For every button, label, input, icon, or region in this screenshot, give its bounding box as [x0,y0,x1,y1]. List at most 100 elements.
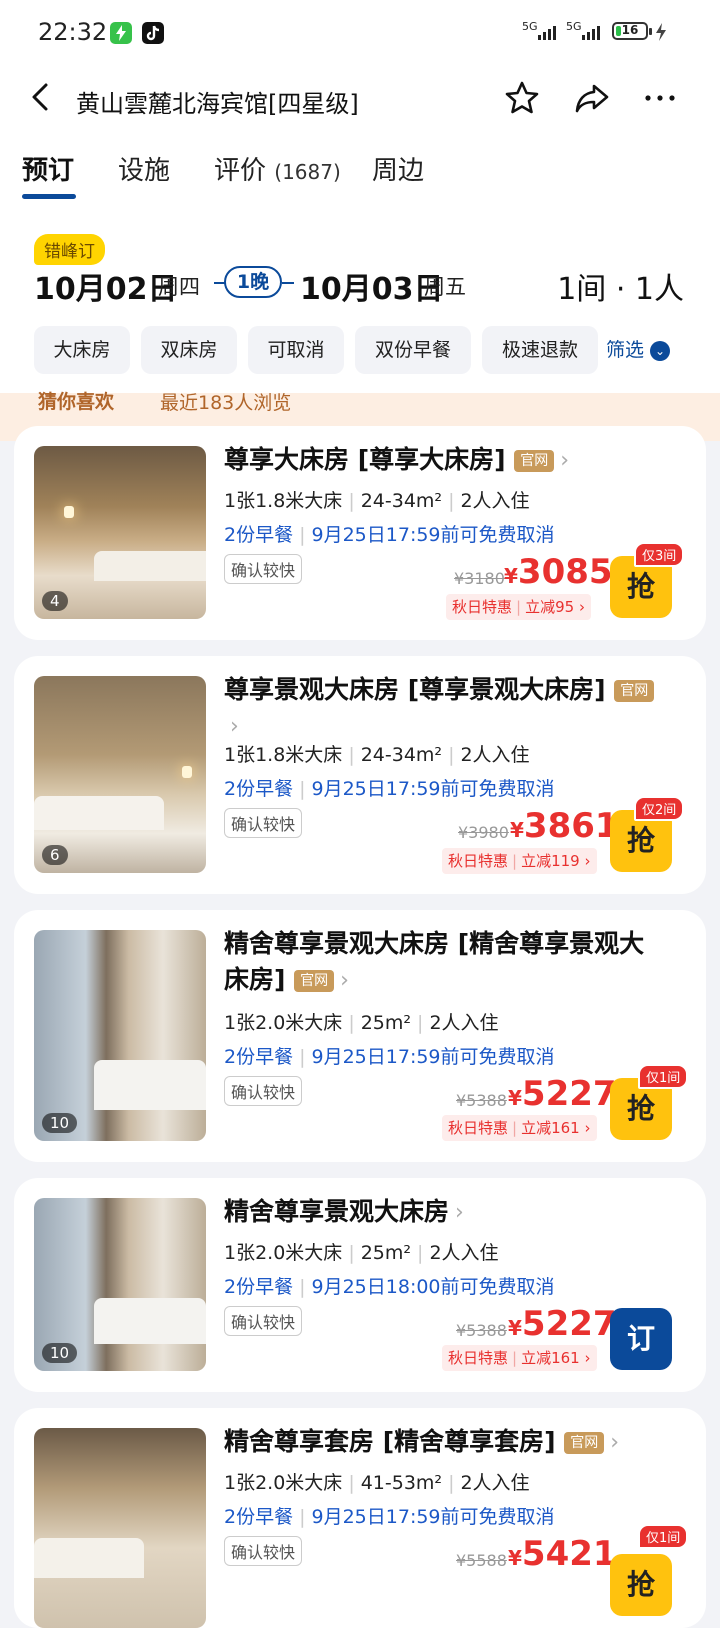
star-icon[interactable] [502,78,542,118]
tab-booking[interactable]: 预订 [22,150,74,187]
signal-bars-1-icon [538,26,556,40]
original-price: ¥5588 [456,1551,507,1570]
official-tag: 官网 [614,680,655,702]
room-card[interactable]: 10 精舍尊享景观大床房 › 1张2.0米大床 | 25m² | 2人入住 2份早餐 | 9月… [14,1178,706,1392]
breakfast-info: 2份早餐 [224,1046,294,1068]
promo-name: 秋日特惠 [452,598,513,616]
battery-icon: 16 [612,22,652,40]
photo-count: 4 [42,591,68,611]
book-button[interactable]: 订 [610,1308,672,1370]
rooms-left-badge: 仅2间 [634,796,685,821]
photo-count: 10 [42,1113,78,1133]
room-photo[interactable]: 10 [34,930,206,1141]
room-name[interactable]: 精舍尊享景观大床房 › [224,1194,664,1231]
battery-level: 16 [621,23,639,37]
filter-chip-twin-bed[interactable]: 双床房 [141,326,237,374]
current-price: ¥5227 [508,1074,617,1114]
filter-chip-cancellable[interactable]: 可取消 [248,326,344,374]
room-name[interactable]: 尊享景观大床房 [尊享景观大床房] 官网› [224,672,664,745]
grab-button[interactable]: 抢 [610,1554,672,1616]
current-price: ¥3861 [510,806,619,846]
area-info: 24-34m² [360,490,443,512]
room-name[interactable]: 精舍尊享景观大床房 [精舍尊享景观大床房] 官网 › [224,926,664,999]
promo-discount: 立减119 [521,852,580,870]
guest-info: 2人入住 [460,490,530,512]
room-card[interactable]: 精舍尊享套房 [精舍尊享套房] 官网 › 1张2.0米大床 | 41-53m² | 2人入… [14,1408,706,1628]
rooms-left-badge: 仅1间 [638,1524,689,1549]
promo-name: 秋日特惠 [448,1349,509,1367]
room-photo[interactable] [34,1428,206,1628]
share-icon[interactable] [572,78,612,118]
tab-facilities[interactable]: 设施 [118,150,170,187]
promo-tag[interactable]: 秋日特惠 | 立减95 › [446,594,591,620]
cancel-policy: 9月25日17:59前可免费取消 [311,1046,555,1068]
promo-name: 秋日特惠 [448,1119,509,1137]
confirm-tag: 确认较快 [224,1306,303,1336]
filter-chip-king-bed[interactable]: 大床房 [34,326,130,374]
promo-tag[interactable]: 秋日特惠 | 立减161 › [442,1345,597,1371]
promo-name: 秋日特惠 [448,852,509,870]
cancel-policy: 9月25日17:59前可免费取消 [311,1506,555,1528]
promo-discount: 立减161 [521,1349,580,1367]
cancel-policy: 9月25日18:00前可免费取消 [311,1276,555,1298]
photo-count: 10 [42,1343,78,1363]
original-price: ¥5388 [456,1091,507,1110]
room-photo[interactable]: 10 [34,1198,206,1371]
checkin-date[interactable]: 10月02日 [34,264,178,308]
charging-bolt-icon [656,23,666,41]
price-value: 5421 [521,1534,617,1574]
room-specs: 1张2.0米大床 | 41-53m² | 2人入住 [224,1472,530,1494]
room-card[interactable]: 10 精舍尊享景观大床房 [精舍尊享景观大床房] 官网 › 1张2.0米大床 | 25… [14,910,706,1162]
room-card[interactable]: 4 尊享大床房 [尊享大床房] 官网 › 1张1.8米大床 | 24-34m² | 2人入… [14,426,706,640]
checkin-weekday: 周四 [158,275,200,299]
area-info: 25m² [360,1242,412,1264]
off-peak-badge: 错峰订 [34,234,105,265]
room-name-text: 尊享景观大床房 [尊享景观大床房] [224,675,606,704]
room-policy: 2份早餐 | 9月25日17:59前可免费取消 [224,778,555,800]
night-line-right [282,282,294,284]
tab-nearby[interactable]: 周边 [372,150,424,187]
room-name-text: 尊享大床房 [尊享大床房] [224,445,506,474]
chevron-right-icon: › [560,448,570,473]
more-icon[interactable] [640,78,680,118]
promo-discount: 立减161 [521,1119,580,1137]
chevron-right-icon: › [340,968,349,993]
filter-chip-fast-refund[interactable]: 极速退款 [482,326,598,374]
tiktok-icon [142,22,164,44]
date-selector[interactable]: 10月02日 周四 1晚 10月03日 周五 1间 · 1人 [34,264,684,308]
back-icon[interactable] [24,80,58,114]
area-info: 25m² [360,1012,412,1034]
rooms-guests-selector[interactable]: 1间 · 1人 [557,264,684,308]
room-card[interactable]: 6 尊享景观大床房 [尊享景观大床房] 官网› 1张1.8米大床 | 24-34m²… [14,656,706,894]
price-value: 3861 [523,806,619,846]
promo-tag[interactable]: 秋日特惠 | 立减161 › [442,1115,597,1141]
tab-bar: 预订 设施 评价 (1687) 周边 [0,150,720,206]
room-specs: 1张2.0米大床 | 25m² | 2人入住 [224,1012,499,1034]
room-photo[interactable]: 4 [34,446,206,619]
room-specs: 1张2.0米大床 | 25m² | 2人入住 [224,1242,499,1264]
signal-label-1: 5G [522,20,538,33]
active-tab-indicator [22,194,76,199]
room-specs: 1张1.8米大床 | 24-34m² | 2人入住 [224,744,530,766]
promo-tag[interactable]: 秋日特惠 | 立减119 › [442,848,597,874]
room-name[interactable]: 精舍尊享套房 [精舍尊享套房] 官网 › [224,1424,664,1461]
breakfast-info: 2份早餐 [224,1506,294,1528]
room-photo[interactable]: 6 [34,676,206,873]
signal-label-2: 5G [566,20,582,33]
checkout-date[interactable]: 10月03日 [300,264,444,308]
current-price: ¥3085 [504,552,613,592]
chevron-right-icon: › [610,1430,620,1455]
filter-label: 筛选 [606,339,645,361]
nights-badge: 1晚 [224,266,282,298]
bed-info: 1张2.0米大床 [224,1242,343,1264]
tab-reviews[interactable]: 评价 (1687) [214,150,341,187]
filter-button[interactable]: 筛选 ⌄ [606,326,720,374]
filter-chip-double-breakfast[interactable]: 双份早餐 [355,326,471,374]
bed-info: 1张2.0米大床 [224,1012,343,1034]
area-info: 41-53m² [360,1472,443,1494]
bed-info: 1张2.0米大床 [224,1472,343,1494]
hotel-title: 黄山雲麓北海宾馆[四星级] [76,90,359,118]
official-tag: 官网 [294,970,335,992]
tab-reviews-label: 评价 [214,156,267,186]
room-name[interactable]: 尊享大床房 [尊享大床房] 官网 › [224,442,664,479]
